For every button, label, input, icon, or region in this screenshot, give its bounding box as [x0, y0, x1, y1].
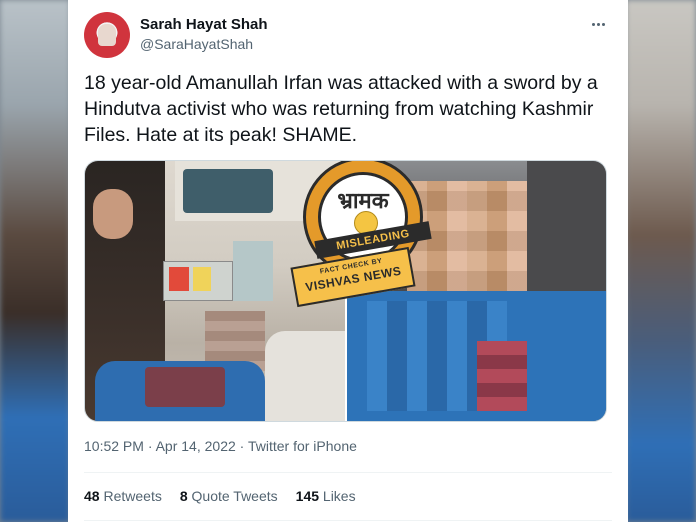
person-face: [93, 189, 133, 239]
retweets-stat[interactable]: 48 Retweets: [84, 488, 162, 504]
avatar-figure: [98, 24, 116, 46]
user-handle[interactable]: @SaraHayatShah: [140, 36, 253, 52]
tweet-stats: 48 Retweets 8 Quote Tweets 145 Likes: [84, 488, 356, 504]
tweet-media[interactable]: भ्रामक MISLEADING FACT CHECK BY VISHVAS …: [84, 160, 607, 422]
tweet-text: 18 year-old Amanullah Irfan was attacked…: [84, 72, 598, 146]
backdrop-left: [0, 0, 70, 522]
dark-background: [527, 161, 606, 291]
shirt-print: [145, 367, 225, 407]
avatar[interactable]: [84, 12, 130, 58]
likes-count: 145: [295, 488, 323, 504]
pixelated-wound: [477, 341, 527, 411]
likes-stat[interactable]: 145 Likes: [296, 488, 356, 504]
display-name[interactable]: Sarah Hayat Shah: [140, 16, 268, 33]
medical-device: [233, 241, 273, 301]
monitor-yellow: [193, 267, 211, 291]
retweets-label: Retweets: [103, 488, 162, 504]
more-horizontal-icon[interactable]: [588, 14, 608, 34]
tweet-timestamp[interactable]: 10:52 PM · Apr 14, 2022 · Twitter for iP…: [84, 438, 357, 454]
likes-label: Likes: [322, 488, 356, 504]
quote-tweets-stat[interactable]: 8 Quote Tweets: [180, 488, 278, 504]
backdrop-right: [626, 0, 696, 522]
divider-top: [84, 472, 612, 473]
quote-count: 8: [179, 488, 192, 504]
tweet-header: Sarah Hayat Shah @SaraHayatShah: [84, 10, 612, 58]
tweet-card: Sarah Hayat Shah @SaraHayatShah 18 year-…: [68, 0, 628, 522]
ambulance-glass: [183, 169, 273, 213]
monitor-red: [169, 267, 189, 291]
retweets-count: 48: [84, 488, 104, 504]
divider-bottom: [84, 520, 612, 521]
pillow: [265, 331, 345, 421]
quote-label: Quote Tweets: [191, 488, 278, 504]
